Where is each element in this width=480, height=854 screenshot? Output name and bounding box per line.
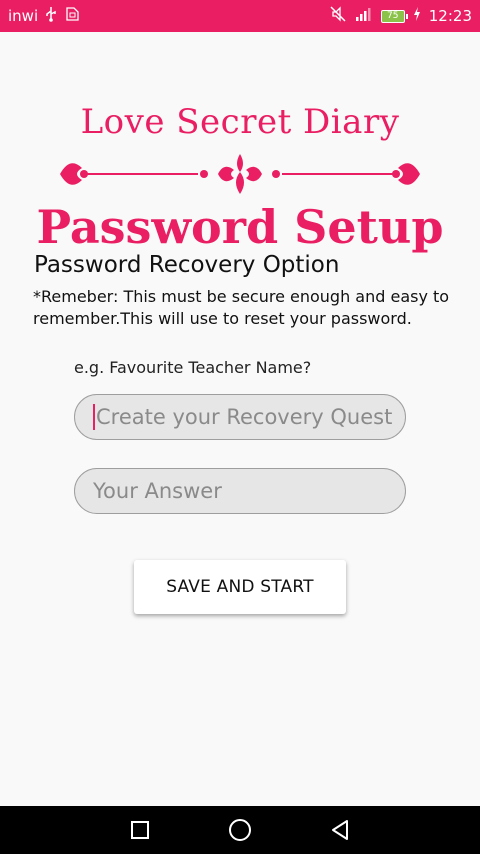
carrier-label: inwi (8, 7, 39, 25)
main-content: Love Secret Diary Password Setup Passwor… (0, 32, 480, 806)
battery-icon: 75 (380, 9, 408, 23)
charging-icon (413, 7, 421, 25)
recovery-note: *Remeber: This must be secure enough and… (33, 287, 450, 328)
battery-level: 75 (387, 11, 399, 21)
page-title: Password Setup (36, 200, 444, 254)
status-left: inwi (8, 6, 80, 26)
navigation-bar (0, 806, 480, 854)
recovery-question-input[interactable]: Create your Recovery Quest (74, 394, 406, 440)
usb-icon (44, 6, 58, 26)
recents-square-icon[interactable] (127, 817, 153, 843)
section-title: Password Recovery Option (34, 252, 340, 278)
app-title: Love Secret Diary (80, 102, 400, 142)
back-triangle-icon[interactable] (327, 817, 353, 843)
save-and-start-button[interactable]: SAVE AND START (134, 560, 346, 614)
signal-icon (355, 6, 373, 26)
status-bar: inwi 75 12:23 (0, 0, 480, 32)
status-right: 75 12:23 (329, 5, 472, 27)
home-circle-icon[interactable] (227, 817, 253, 843)
recovery-question-placeholder: Create your Recovery Quest (96, 405, 393, 429)
clock: 12:23 (428, 7, 472, 25)
recovery-answer-placeholder: Your Answer (93, 479, 222, 503)
recovery-answer-input[interactable]: Your Answer (74, 468, 406, 514)
mute-icon (329, 5, 347, 27)
sim-icon (64, 6, 80, 26)
text-cursor (93, 404, 95, 430)
example-hint: e.g. Favourite Teacher Name? (74, 358, 312, 377)
ornament-divider-icon (60, 154, 420, 194)
